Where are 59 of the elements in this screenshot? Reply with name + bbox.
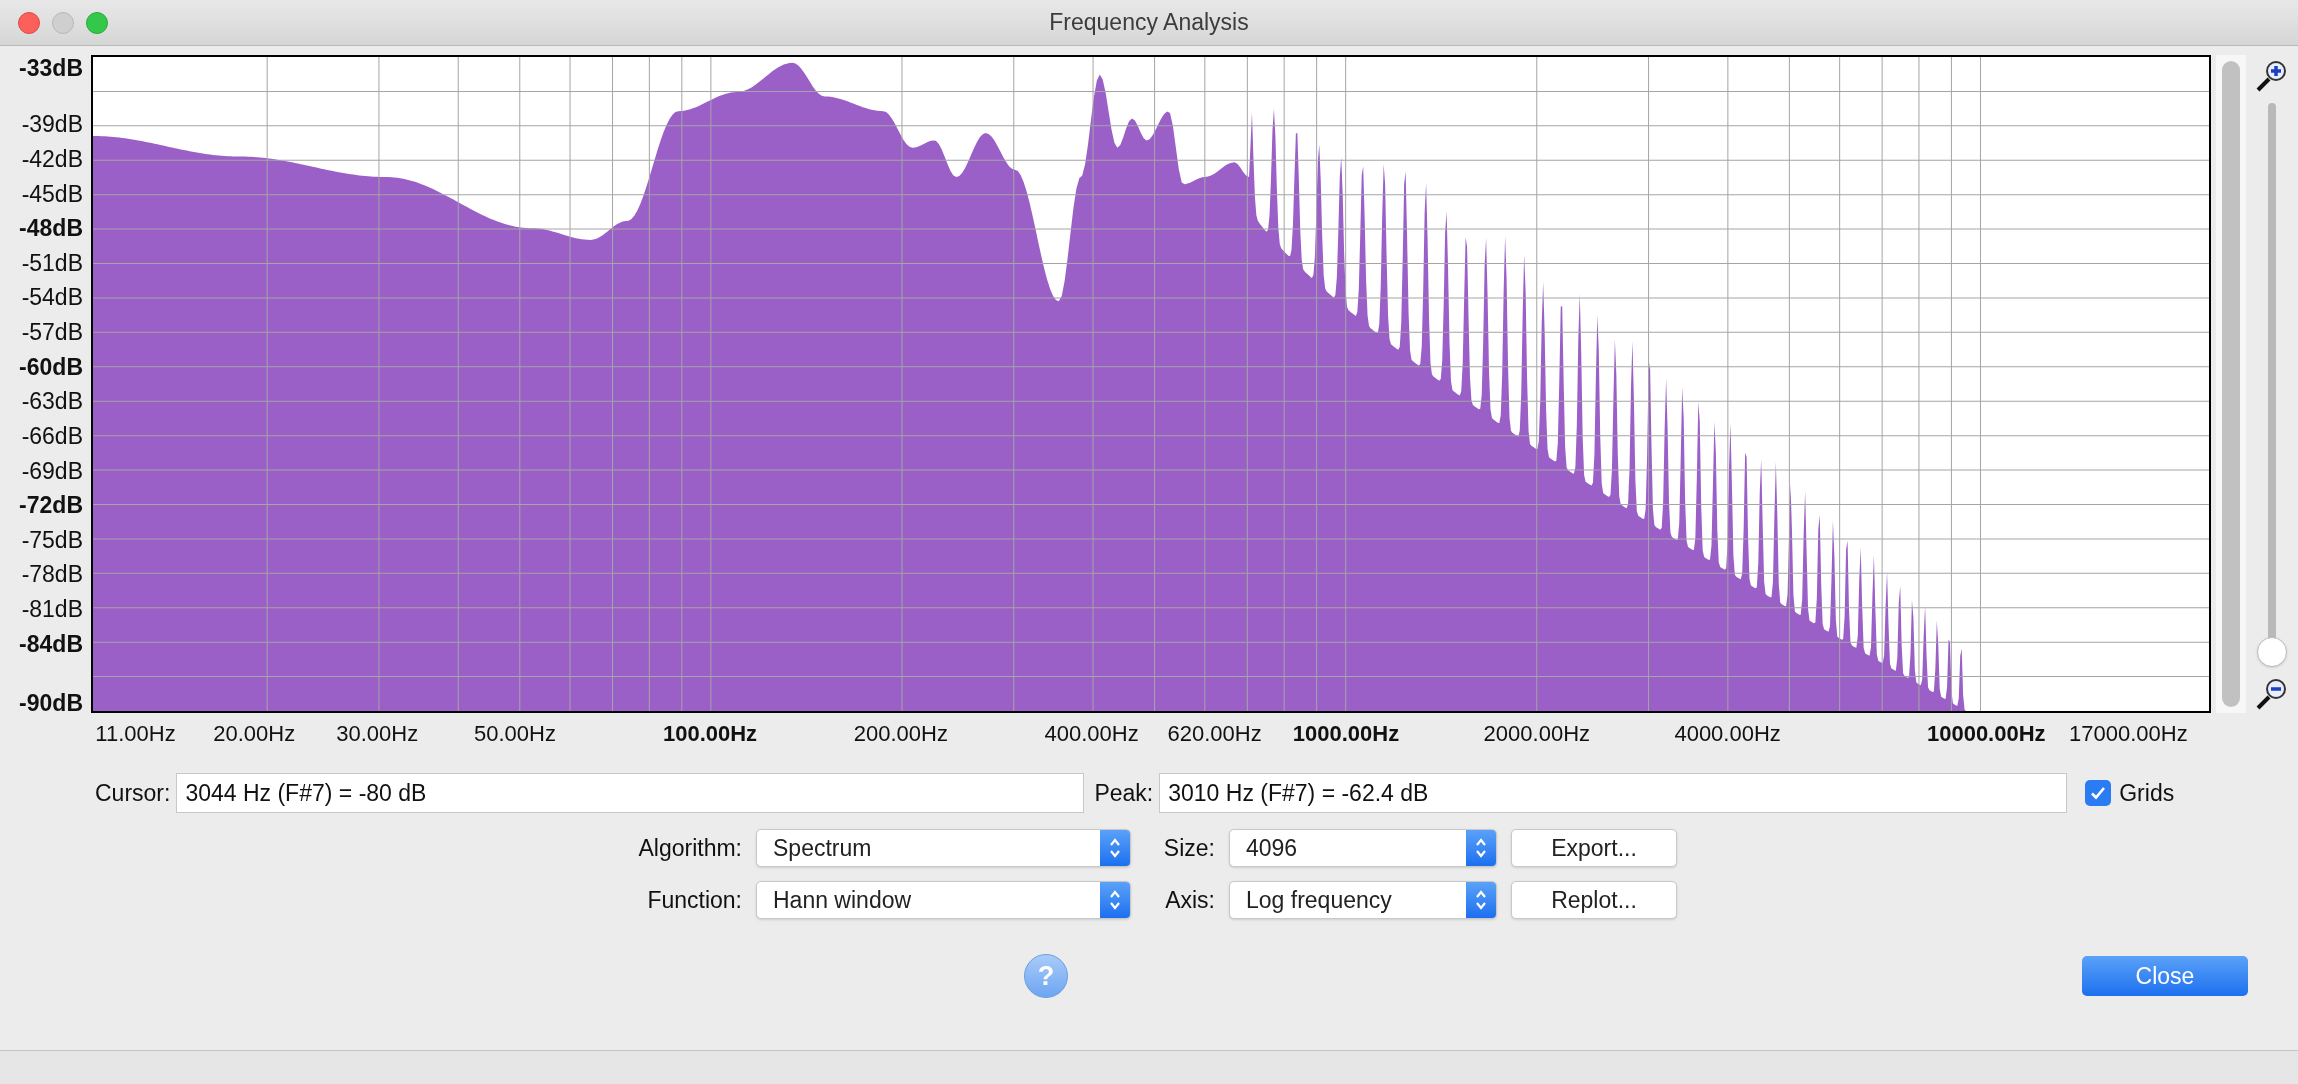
setting-label: Function: [646, 885, 742, 915]
axis-label: -33dB [19, 56, 83, 80]
grids-checkbox[interactable] [2085, 780, 2112, 806]
setting-label: Algorithm: [637, 833, 742, 863]
stepper-icon [1466, 830, 1496, 866]
stepper-icon [1466, 882, 1496, 918]
close-window-icon[interactable] [18, 11, 40, 34]
axis-label: -42dB [21, 147, 83, 171]
axis-label: -51dB [21, 251, 83, 275]
peak-field[interactable]: 3010 Hz (F#7) = -62.4 dB [1159, 773, 2068, 813]
axis-label: -84dB [19, 632, 83, 656]
axis-label: -39dB [21, 112, 83, 136]
axis-label: 1000.00Hz [1292, 720, 1400, 748]
axis-label: -90dB [19, 691, 83, 715]
axis-label: 400.00Hz [1044, 720, 1139, 748]
peak-label: Peak: [1094, 778, 1154, 808]
axis-label: -66dB [21, 424, 83, 448]
dropdown[interactable]: Spectrum [756, 829, 1131, 867]
axis-label: 10000.00Hz [1926, 720, 2046, 748]
action-button[interactable]: Replot... [1511, 881, 1677, 919]
axis-label: 11.00Hz [95, 720, 176, 748]
axis-label: 4000.00Hz [1674, 720, 1781, 748]
axis-label: 2000.00Hz [1483, 720, 1591, 748]
cursor-label: Cursor: [95, 778, 171, 808]
dropdown[interactable]: Log frequency [1229, 881, 1497, 919]
axis-label: -48dB [19, 216, 83, 240]
zoom-slider-thumb[interactable] [2257, 637, 2287, 667]
axis-label: 50.00Hz [474, 720, 556, 748]
axis-label: -69dB [21, 459, 83, 483]
setting-label: Size: [1162, 833, 1215, 863]
axis-label: 200.00Hz [853, 720, 948, 748]
axis-label: -81dB [21, 597, 83, 621]
axis-label: 620.00Hz [1167, 720, 1262, 748]
stepper-icon [1100, 882, 1130, 918]
zoom-out-icon[interactable] [2255, 677, 2289, 711]
axis-label: -63dB [21, 389, 83, 413]
axis-label: -78dB [21, 562, 83, 586]
axis-label: -45dB [21, 182, 83, 205]
axis-label: 100.00Hz [662, 720, 758, 748]
setting-label: Axis: [1164, 885, 1215, 915]
axis-label: 30.00Hz [336, 720, 419, 748]
zoom-in-icon[interactable] [2255, 59, 2289, 93]
scrollbar[interactable] [2216, 55, 2246, 713]
window-title: Frequency Analysis [1049, 8, 1249, 38]
axis-label: -72dB [19, 493, 83, 517]
zoom-slider[interactable] [2256, 103, 2288, 667]
axis-label: -75dB [21, 528, 83, 552]
axis-label: -54dB [21, 285, 83, 309]
axis-label: -57dB [21, 320, 83, 344]
axis-label: -60dB [19, 355, 83, 379]
axis-label: 17000.00Hz [2069, 720, 2188, 748]
axis-label: 20.00Hz [213, 720, 296, 748]
dropdown[interactable]: 4096 [1229, 829, 1497, 867]
dropdown[interactable]: Hann window [756, 881, 1131, 919]
stepper-icon [1100, 830, 1130, 866]
maximize-window-icon[interactable] [86, 11, 108, 34]
cursor-field[interactable]: 3044 Hz (F#7) = -80 dB [176, 773, 1085, 813]
grids-label: Grids [2119, 778, 2175, 808]
action-button[interactable]: Export... [1511, 829, 1677, 867]
